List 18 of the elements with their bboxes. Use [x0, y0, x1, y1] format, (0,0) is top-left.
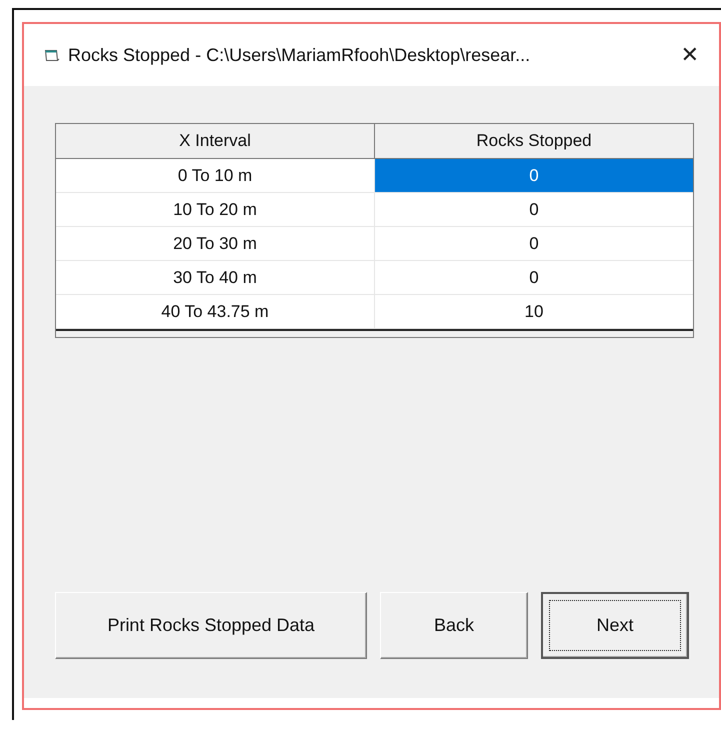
table-cell[interactable]: 0	[375, 261, 693, 295]
dialog-button[interactable]: Print Rocks Stopped Data	[55, 592, 367, 659]
dialog-button[interactable]: Next	[541, 592, 689, 659]
dialog-button[interactable]: Back	[380, 592, 528, 659]
table-cell: 20 To 30 m	[56, 227, 375, 261]
column-header[interactable]: X Interval	[56, 124, 375, 158]
table-cell[interactable]: 0	[375, 159, 693, 193]
table-cell: 40 To 43.75 m	[56, 295, 375, 329]
column-header[interactable]: Rocks Stopped	[375, 124, 693, 158]
table-cell: 10 To 20 m	[56, 193, 375, 227]
table-cell: 30 To 40 m	[56, 261, 375, 295]
window-icon	[44, 47, 60, 63]
table-cell[interactable]: 0	[375, 227, 693, 261]
close-button[interactable]: ✕	[658, 42, 721, 68]
table-cell: 0 To 10 m	[56, 159, 375, 193]
table-cell[interactable]: 0	[375, 193, 693, 227]
window-title: Rocks Stopped - C:\Users\MariamRfooh\Desktop\resear...	[68, 44, 532, 66]
table-cell[interactable]: 10	[375, 295, 693, 329]
